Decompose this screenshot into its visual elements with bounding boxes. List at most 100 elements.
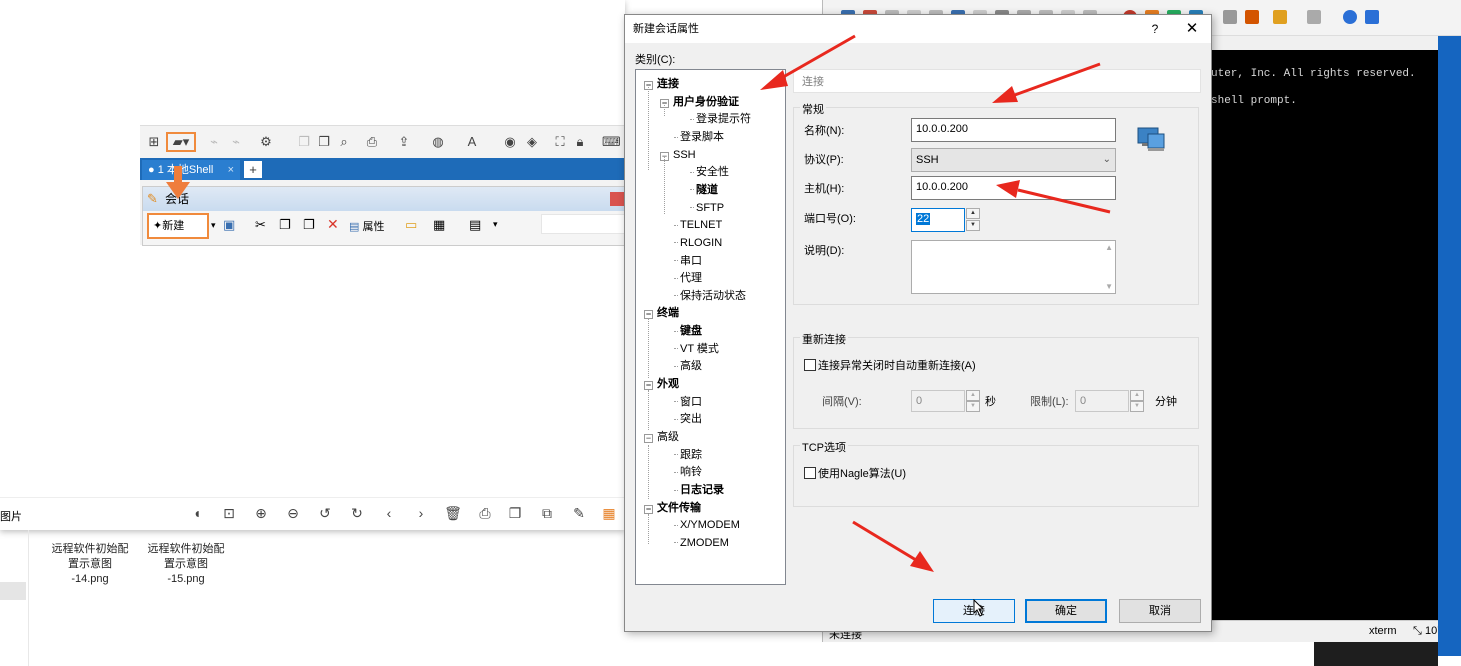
tree-item[interactable]: 登录脚本 — [674, 129, 724, 146]
search-input[interactable] — [541, 214, 625, 234]
spin-up-icon[interactable]: ▲ — [966, 390, 980, 401]
globe-icon[interactable]: ◍ — [430, 134, 446, 150]
close-button[interactable]: ✕ — [1181, 15, 1203, 43]
tree-item[interactable]: 响铃 — [674, 464, 702, 481]
port-field[interactable]: 22 — [911, 208, 965, 232]
tree-item[interactable]: 突出 — [674, 411, 702, 428]
tree-item[interactable]: − 用户身份验证 — [660, 94, 739, 111]
tree-item[interactable]: − 外观 — [644, 376, 679, 393]
add-tab-button[interactable]: + — [244, 161, 262, 178]
tree-item[interactable]: 安全性 — [690, 164, 729, 181]
tree-item[interactable]: ZMODEM — [674, 535, 729, 552]
script-icon[interactable]: ◉ — [502, 134, 518, 150]
keyboard-icon[interactable]: ⌨ — [602, 134, 621, 150]
scroll-down-icon[interactable]: ▼ — [1105, 282, 1113, 291]
mouse-icon[interactable]: ◖ — [188, 504, 206, 522]
properties-button[interactable]: ▤ 属性 — [349, 218, 384, 234]
delete-icon[interactable]: ✕ — [327, 216, 339, 233]
folder-icon[interactable] — [1273, 10, 1287, 24]
print-icon[interactable]: ⎙ — [476, 504, 494, 522]
tree-item[interactable]: 登录提示符 — [690, 111, 751, 128]
file-item[interactable]: 远程软件初始配 置示意图 -15.png — [140, 530, 232, 587]
keyboard-icon[interactable] — [1223, 10, 1237, 24]
tree-item[interactable]: VT 模式 — [674, 341, 719, 358]
sidebar-selected-item[interactable] — [0, 582, 26, 600]
new-window-icon[interactable]: ⊞ — [146, 134, 162, 150]
close-icon[interactable] — [610, 192, 624, 206]
zoom-in-icon[interactable]: ⊕ — [252, 504, 270, 522]
paste-icon[interactable]: ❐ — [316, 134, 332, 150]
spin-down-icon[interactable]: ▼ — [1130, 401, 1144, 412]
view-icon[interactable]: ▤ — [469, 217, 481, 233]
copy-icon[interactable]: ❐ — [279, 217, 291, 233]
spin-up-icon[interactable]: ▲ — [1130, 390, 1144, 401]
copy-icon[interactable]: ❐ — [506, 504, 524, 522]
tree-item[interactable]: 键盘 — [674, 323, 702, 340]
folder-icon[interactable]: ▭ — [405, 217, 417, 233]
tree-item[interactable]: RLOGIN — [674, 235, 722, 252]
cancel-button[interactable]: 取消 — [1119, 599, 1201, 623]
delete-icon[interactable]: 🗑︎ — [444, 504, 462, 522]
tree-item[interactable]: SFTP — [690, 200, 724, 217]
grid-icon[interactable]: ▦ — [433, 217, 445, 233]
fullscreen-icon[interactable]: ⛶ — [552, 134, 568, 150]
ok-button[interactable]: 确定 — [1025, 599, 1107, 623]
auto-reconnect-option[interactable]: 连接异常关闭时自动重新连接(A) — [804, 357, 976, 373]
dropdown-arrow-icon[interactable]: ▾ — [493, 219, 498, 230]
interval-field[interactable]: 0 — [911, 390, 965, 412]
lock-icon[interactable]: 🔒︎ — [572, 134, 588, 150]
limit-field[interactable]: 0 — [1075, 390, 1129, 412]
chat-icon[interactable] — [1365, 10, 1379, 24]
zoom-out-icon[interactable]: ⊖ — [284, 504, 302, 522]
tree-item[interactable]: − 连接 — [644, 76, 679, 93]
name-field[interactable]: 10.0.0.200 — [911, 118, 1116, 142]
next-icon[interactable]: › — [412, 504, 430, 522]
tree-item[interactable]: 跟踪 — [674, 447, 702, 464]
tree-item[interactable]: 窗口 — [674, 394, 702, 411]
tree-item[interactable]: 串口 — [674, 253, 702, 270]
tree-item[interactable]: − 终端 — [644, 305, 679, 322]
help-icon[interactable] — [1343, 10, 1357, 24]
tree-item[interactable]: − 文件传输 — [644, 500, 701, 517]
layout-icon[interactable] — [1307, 10, 1321, 24]
transfer-icon[interactable]: ⇪ — [396, 134, 412, 150]
dropdown-arrow-icon[interactable]: ▾ — [211, 220, 216, 231]
edit-icon[interactable]: ✎ — [570, 504, 588, 522]
category-tree[interactable]: − 连接 − 用户身份验证 登录提示符 登录脚本 − SSH 安全性 隧道 SFTP TELNET RL… — [635, 69, 786, 585]
file-item[interactable]: 远程软件初始配 置示意图 -14.png — [44, 530, 136, 587]
description-field[interactable]: ▲ ▼ — [911, 240, 1116, 294]
rotate-right-icon[interactable]: ↻ — [348, 504, 366, 522]
tab-close-icon[interactable]: × — [228, 160, 234, 180]
tree-item[interactable]: 代理 — [674, 270, 702, 287]
collapse-icon[interactable]: − — [644, 504, 653, 514]
spin-up-icon[interactable]: ▲ — [966, 208, 980, 219]
find-icon[interactable]: ⌕ — [336, 134, 352, 150]
tab-local-shell[interactable]: ● 1 本地Shell × — [142, 160, 240, 180]
font-icon[interactable]: A — [464, 134, 480, 150]
spin-down-icon[interactable]: ▼ — [966, 401, 980, 412]
paste-icon[interactable]: ❐ — [303, 217, 315, 233]
rotate-left-icon[interactable]: ↺ — [316, 504, 334, 522]
collapse-icon[interactable]: − — [644, 381, 653, 391]
tree-item[interactable]: 保持活动状态 — [674, 288, 746, 305]
shield-icon[interactable]: ◈ — [524, 134, 540, 150]
nagle-checkbox[interactable] — [804, 467, 816, 479]
spin-down-icon[interactable]: ▼ — [966, 220, 980, 231]
crop-icon[interactable]: ⧉ — [538, 504, 556, 522]
previous-icon[interactable]: ‹ — [380, 504, 398, 522]
tree-item[interactable]: 隧道 — [690, 182, 718, 199]
tree-item[interactable]: TELNET — [674, 217, 722, 234]
save-icon[interactable]: ▣ — [223, 217, 235, 233]
print-icon[interactable]: ⎙ — [364, 134, 380, 150]
tree-item[interactable]: 高级 — [674, 358, 702, 375]
settings-icon[interactable]: ⚙ — [258, 134, 274, 150]
help-button[interactable]: ? — [1145, 15, 1165, 43]
tree-item[interactable]: − SSH — [660, 147, 696, 164]
pen-icon[interactable] — [1245, 10, 1259, 24]
auto-reconnect-checkbox[interactable] — [804, 359, 816, 371]
cut-icon[interactable]: ✂ — [255, 217, 266, 233]
tree-item[interactable]: X/YMODEM — [674, 517, 740, 534]
apps-icon[interactable]: ▦ — [600, 504, 618, 522]
tree-item[interactable]: 日志记录 — [674, 482, 724, 499]
nagle-option[interactable]: 使用Nagle算法(U) — [804, 465, 906, 481]
